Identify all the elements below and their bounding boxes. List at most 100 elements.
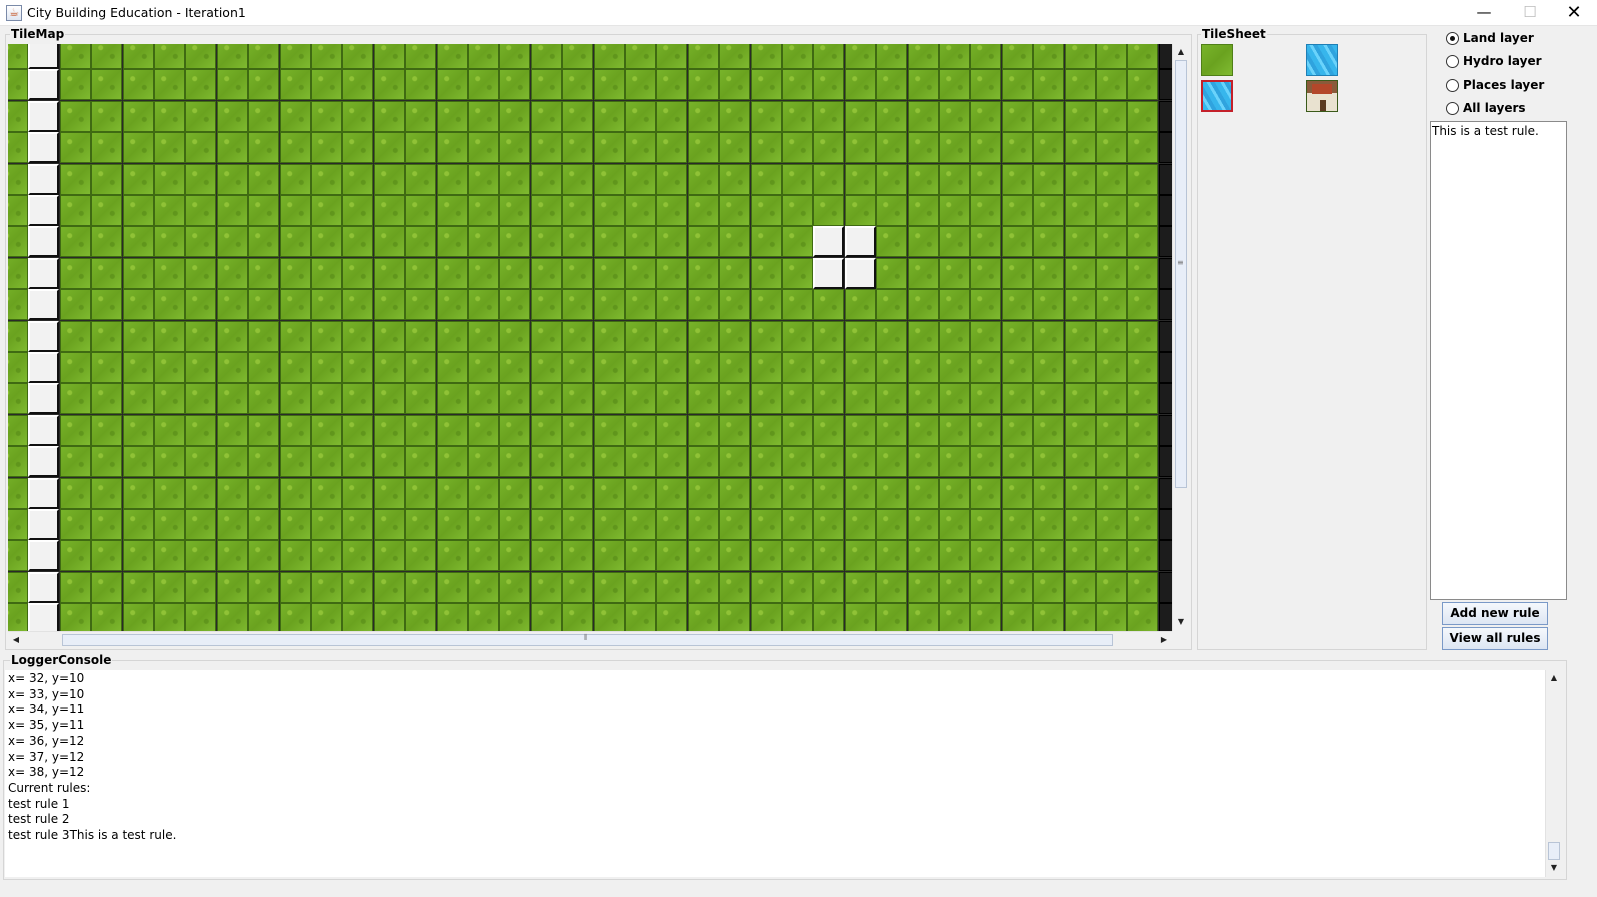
grass-tile[interactable] [907,289,939,321]
grass-tile[interactable] [1001,44,1033,69]
grass-tile[interactable] [59,509,91,540]
grass-tile[interactable] [939,100,970,132]
grass-tile[interactable] [436,320,468,352]
grass-tile[interactable] [1127,44,1159,69]
grass-tile[interactable] [248,383,280,415]
grass-tile[interactable] [468,44,499,69]
grass-tile[interactable] [468,603,499,631]
logger-vertical-scrollbar[interactable]: ▲ ▼ [1545,670,1562,877]
grass-tile[interactable] [970,571,1002,603]
grass-tile[interactable] [122,383,154,415]
grass-tile[interactable] [1127,226,1159,258]
grass-tile[interactable] [8,44,28,69]
grass-tile[interactable] [436,509,468,540]
grass-tile[interactable] [970,44,1002,69]
grass-tile[interactable] [939,540,970,572]
grass-tile[interactable] [719,414,751,446]
grass-tile[interactable] [625,571,656,603]
grass-tile[interactable] [656,69,688,101]
grass-tile[interactable] [562,414,594,446]
grass-tile[interactable] [1001,571,1033,603]
grass-tile[interactable] [970,132,1002,164]
grass-tile[interactable] [719,257,751,289]
grass-tile[interactable] [436,195,468,226]
grass-tile[interactable] [1127,320,1159,352]
grass-tile[interactable] [750,320,782,352]
grass-tile[interactable] [813,509,845,540]
grass-tile[interactable] [405,257,437,289]
grass-tile[interactable] [939,509,970,540]
grass-tile[interactable] [750,509,782,540]
grass-tile[interactable] [562,69,594,101]
grass-tile[interactable] [593,446,625,478]
grass-tile[interactable] [625,477,656,509]
map-edge-tile[interactable] [1158,477,1172,509]
grass-tile[interactable] [1127,100,1159,132]
grass-tile[interactable] [687,44,719,69]
grass-tile[interactable] [185,571,217,603]
grass-tile[interactable] [1033,100,1065,132]
grass-tile[interactable] [248,320,280,352]
grass-tile[interactable] [122,69,154,101]
empty-tile[interactable] [28,132,60,164]
grass-tile[interactable] [562,257,594,289]
grass-tile[interactable] [656,289,688,321]
grass-tile[interactable] [373,163,405,195]
grass-tile[interactable] [216,226,248,258]
grass-tile[interactable] [468,257,499,289]
grass-tile[interactable] [468,320,499,352]
radio-indicator[interactable] [1446,31,1459,45]
grass-tile[interactable] [1064,414,1096,446]
grass-tile[interactable] [562,195,594,226]
grass-tile[interactable] [185,603,217,631]
grass-tile[interactable] [813,289,845,321]
empty-tile[interactable] [28,163,60,195]
grass-tile[interactable] [154,414,185,446]
grass-tile[interactable] [91,132,123,164]
grass-tile[interactable] [719,540,751,572]
grass-tile[interactable] [59,257,91,289]
map-edge-tile[interactable] [1158,257,1172,289]
grass-tile[interactable] [1001,414,1033,446]
grass-tile[interactable] [530,44,562,69]
grass-tile[interactable] [813,477,845,509]
grass-tile[interactable] [8,477,28,509]
grass-tile[interactable] [216,414,248,446]
grass-tile[interactable] [91,477,123,509]
grass-tile[interactable] [1096,44,1127,69]
radio-indicator[interactable] [1446,78,1459,92]
grass-tile[interactable] [248,44,280,69]
grass-tile[interactable] [719,352,751,383]
grass-tile[interactable] [154,509,185,540]
grass-tile[interactable] [279,163,311,195]
grass-tile[interactable] [373,571,405,603]
grass-tile[interactable] [468,226,499,258]
grass-tile[interactable] [342,383,374,415]
grass-tile[interactable] [562,477,594,509]
grass-tile[interactable] [782,320,813,352]
grass-tile[interactable] [154,69,185,101]
grass-tile[interactable] [1001,289,1033,321]
grass-tile[interactable] [311,571,342,603]
grass-tile[interactable] [750,100,782,132]
grass-tile[interactable] [719,195,751,226]
grass-tile[interactable] [311,320,342,352]
grass-tile[interactable] [499,100,531,132]
grass-tile[interactable] [91,226,123,258]
grass-tile[interactable] [1064,69,1096,101]
grass-tile[interactable] [970,540,1002,572]
grass-tile[interactable] [530,226,562,258]
grass-tile[interactable] [122,132,154,164]
grass-tile[interactable] [59,195,91,226]
grass-tile[interactable] [59,414,91,446]
grass-tile[interactable] [373,383,405,415]
grass-tile[interactable] [122,414,154,446]
grass-tile[interactable] [750,446,782,478]
grass-tile[interactable] [436,226,468,258]
grass-tile[interactable] [1033,477,1065,509]
grass-tile[interactable] [342,44,374,69]
grass-tile[interactable] [91,100,123,132]
grass-tile[interactable] [1096,195,1127,226]
grass-tile[interactable] [876,132,908,164]
grass-tile[interactable] [8,69,28,101]
